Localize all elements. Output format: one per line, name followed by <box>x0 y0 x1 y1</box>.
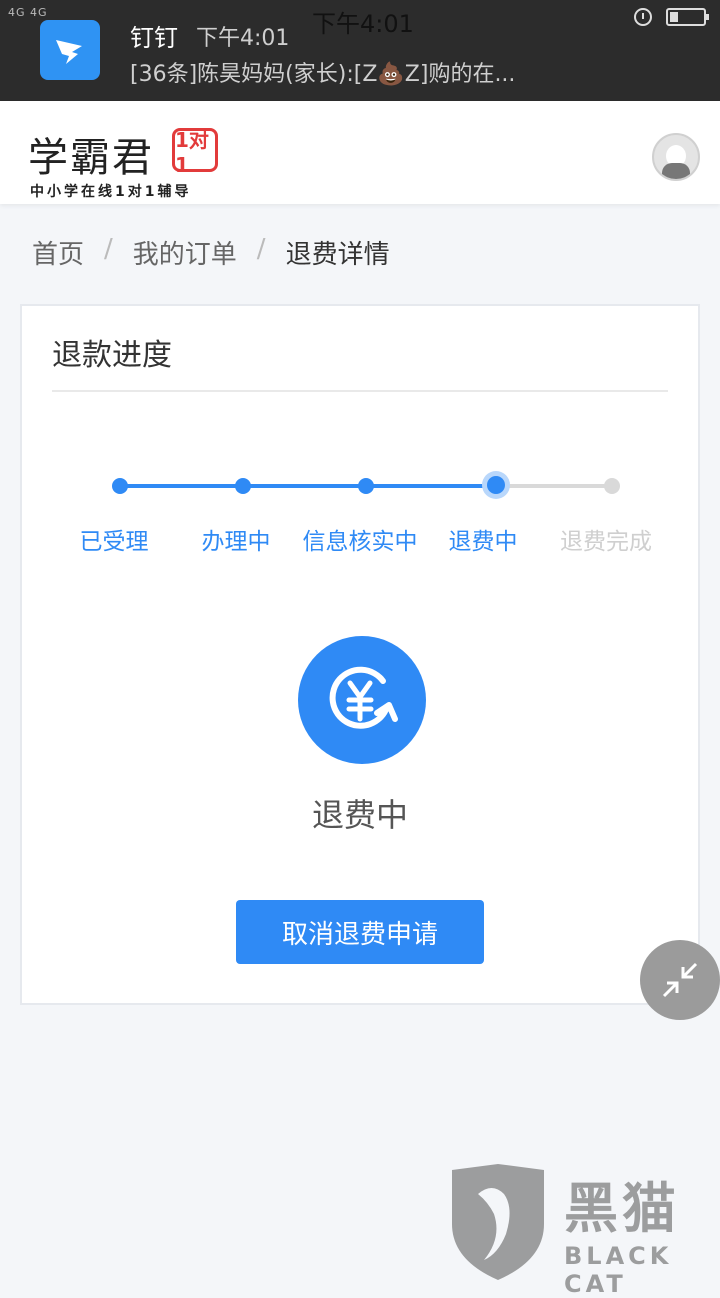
card-title: 退款进度 <box>52 338 172 373</box>
signal-indicator: 4G 4G <box>8 6 48 19</box>
battery-icon <box>666 8 709 26</box>
notification-time: 下午4:01 <box>196 26 290 51</box>
status-time: 下午4:01 <box>312 10 414 38</box>
breadcrumb-current: 退费详情 <box>285 240 390 270</box>
refund-progress-card: 退款进度 已受理 办理中 信息核实中 退费中 退费完成 退费中 取消退费申请 <box>20 304 700 1005</box>
breadcrumb-separator: / <box>104 234 113 264</box>
breadcrumb-home[interactable]: 首页 <box>32 234 84 271</box>
blackcat-watermark: 黑猫 BLACK CAT <box>448 1164 720 1298</box>
watermark-title: 黑猫 <box>564 1177 680 1240</box>
progress-line-pending <box>496 484 614 488</box>
brand-badge: 1对1 <box>172 128 218 177</box>
brand-tagline: 中小学在线1对1辅导 <box>30 184 192 200</box>
blackcat-shield-icon <box>452 1164 544 1280</box>
step-label-verifying: 信息核实中 <box>302 529 418 555</box>
step-dot-accepted <box>112 478 128 494</box>
step-label-processing: 办理中 <box>201 529 271 555</box>
notification-banner[interactable]: 4G 4G 下午4:01 钉钉 下午4:01 [36条]陈昊妈妈(家长):[Z💩… <box>0 0 720 101</box>
status-icons <box>634 8 709 26</box>
divider <box>52 390 668 392</box>
site-header: 学霸君 1对1 中小学在线1对1辅导 <box>0 101 720 204</box>
step-dot-completed <box>604 478 620 494</box>
brand-logo-text[interactable]: 学霸君 <box>28 125 154 183</box>
step-label-refunding: 退费中 <box>448 529 518 555</box>
collapse-float-button[interactable] <box>640 940 720 1020</box>
refund-yuan-icon <box>298 636 426 764</box>
dingtalk-app-icon <box>40 20 100 80</box>
step-dot-processing <box>235 478 251 494</box>
cancel-refund-button[interactable]: 取消退费申请 <box>236 900 484 964</box>
step-dot-verifying <box>358 478 374 494</box>
step-dot-refunding <box>487 476 505 494</box>
breadcrumb-orders[interactable]: 我的订单 <box>133 234 237 271</box>
refund-status-text: 退费中 <box>311 796 408 834</box>
step-label-completed: 退费完成 <box>560 529 652 555</box>
watermark-subtitle: BLACK CAT <box>564 1242 673 1298</box>
progress-line-done <box>120 484 496 488</box>
breadcrumb: 首页 / 我的订单 / 退费详情 <box>32 234 390 271</box>
step-label-accepted: 已受理 <box>79 529 149 555</box>
notification-message: [36条]陈昊妈妈(家长):[Z💩Z]购的在... <box>130 62 516 87</box>
alarm-icon <box>634 8 652 26</box>
breadcrumb-separator: / <box>256 234 266 264</box>
notification-app-name: 钉钉 <box>130 24 178 52</box>
user-avatar[interactable] <box>652 133 700 181</box>
collapse-arrows-icon <box>662 962 698 998</box>
